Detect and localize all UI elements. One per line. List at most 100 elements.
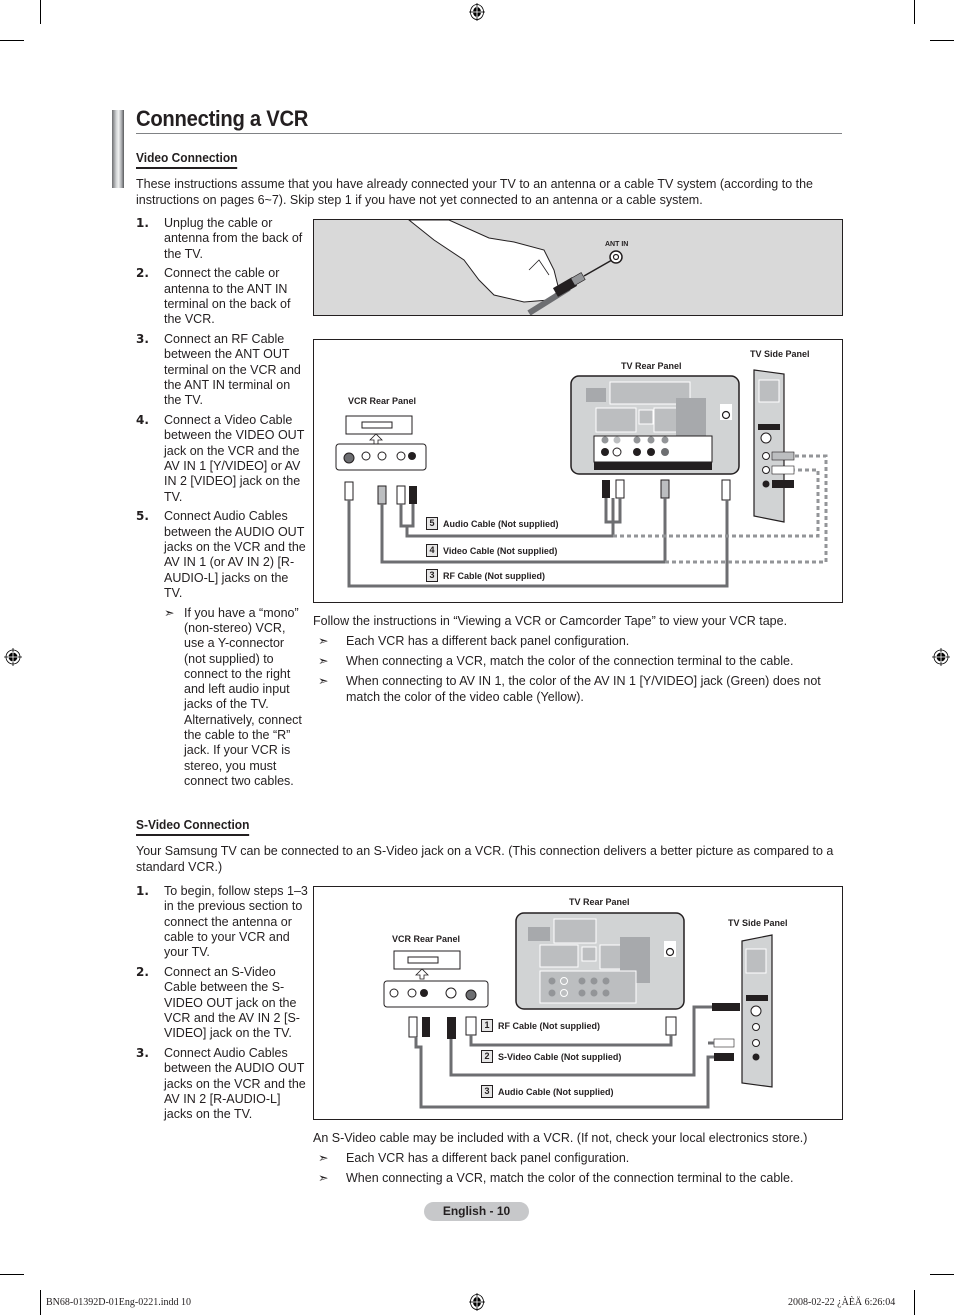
note-item: ➣ When connecting a VCR, match the color … bbox=[313, 654, 841, 670]
cable-label-text: Audio Cable (Not supplied) bbox=[498, 1086, 614, 1097]
step-number: 3. bbox=[136, 1045, 149, 1060]
page-title: Connecting a VCR bbox=[136, 106, 309, 131]
note-item: ➣ When connecting to AV IN 1, the color o… bbox=[313, 674, 841, 705]
note-arrow-icon: ➣ bbox=[318, 1171, 329, 1185]
step-text: To begin, follow steps 1–3 in the previo… bbox=[164, 884, 308, 960]
step-text: Unplug the cable or antenna from the bac… bbox=[164, 216, 303, 261]
cable-number: 3 bbox=[426, 569, 438, 582]
step-number: 2. bbox=[136, 266, 149, 281]
video-intro: These instructions assume that you have … bbox=[136, 177, 814, 207]
crop-mark bbox=[930, 1274, 954, 1275]
step-item: 4. Connect a Video Cable between the VIDE… bbox=[136, 413, 308, 505]
section-heading-svideo-connection: S-Video Connection bbox=[136, 817, 250, 836]
crop-mark bbox=[40, 0, 41, 24]
cable-number: 2 bbox=[481, 1050, 493, 1063]
diagram-video-connection: TV Rear Panel TV Side Panel VCR Rear Pan… bbox=[313, 339, 843, 603]
step-number: 1. bbox=[136, 216, 149, 230]
crop-mark bbox=[930, 40, 954, 41]
vcr-rear-panel-label: VCR Rear Panel bbox=[348, 396, 417, 406]
section-heading-video-connection: Video Connection bbox=[136, 150, 238, 169]
cable-label-video: 4 Video Cable (Not supplied) bbox=[426, 544, 557, 557]
cable-number: 5 bbox=[426, 517, 438, 530]
cable-number: 4 bbox=[426, 544, 438, 557]
step-number: 3. bbox=[136, 332, 149, 347]
step-item: 2. Connect an S-Video Cable between the S… bbox=[136, 965, 310, 1041]
note-text: Each VCR has a different back panel conf… bbox=[346, 634, 630, 648]
registration-mark-icon bbox=[932, 648, 950, 666]
step-text: Connect Audio Cables between the AUDIO O… bbox=[164, 509, 306, 600]
tv-side-panel-label: TV Side Panel bbox=[728, 918, 788, 928]
note-item: ➣ Each VCR has a different back panel con… bbox=[313, 634, 841, 650]
registration-mark-icon bbox=[469, 3, 485, 21]
cable-label-text: RF Cable (Not supplied) bbox=[498, 1020, 600, 1031]
note-text: When connecting to AV IN 1, the color of… bbox=[346, 674, 821, 704]
note-text: If you have a “mono” (non-stereo) VCR, u… bbox=[184, 605, 302, 788]
step-number: 2. bbox=[136, 964, 149, 979]
cable-label-svideo: 2 S-Video Cable (Not supplied) bbox=[481, 1050, 621, 1063]
cable-number: 1 bbox=[481, 1019, 493, 1032]
step-text: Connect a Video Cable between the VIDEO … bbox=[164, 413, 305, 504]
diagram-unplug-antenna: ANT IN bbox=[313, 219, 843, 316]
cable-label-text: S-Video Cable (Not supplied) bbox=[498, 1051, 622, 1062]
cable-label-audio: 3 Audio Cable (Not supplied) bbox=[481, 1085, 614, 1098]
crop-mark bbox=[0, 40, 24, 41]
note-text: When connecting a VCR, match the color o… bbox=[346, 654, 794, 668]
vcr-rear-panel-label: VCR Rear Panel bbox=[392, 934, 461, 944]
svideo-steps-list: 1. To begin, follow steps 1–3 in the prev… bbox=[136, 884, 310, 1127]
step-item: 1. Unplug the cable or antenna from the b… bbox=[136, 216, 308, 262]
video-connection-wiring-illustration bbox=[335, 369, 828, 588]
cable-label-rf: 1 RF Cable (Not supplied) bbox=[481, 1019, 600, 1032]
step-item: 1. To begin, follow steps 1–3 in the prev… bbox=[136, 884, 310, 960]
step-text: Connect an RF Cable between the ANT OUT … bbox=[164, 332, 301, 408]
ant-in-label: ANT IN bbox=[605, 241, 629, 248]
cable-label-text: Audio Cable (Not supplied) bbox=[443, 518, 559, 529]
note-arrow-icon: ➣ bbox=[318, 634, 329, 648]
note-item: ➣ Each VCR has a different back panel con… bbox=[313, 1151, 841, 1167]
tv-rear-panel-label: TV Rear Panel bbox=[621, 361, 682, 371]
cable-label-audio: 5 Audio Cable (Not supplied) bbox=[426, 517, 559, 530]
cable-label-text: RF Cable (Not supplied) bbox=[443, 570, 545, 581]
cable-label-rf: 3 RF Cable (Not supplied) bbox=[426, 569, 545, 582]
print-slug-timestamp: 2008-02-22 ¿ÀÈÄ 6:26:04 bbox=[788, 1297, 896, 1308]
step-text: Connect Audio Cables between the AUDIO O… bbox=[164, 1045, 306, 1122]
crop-mark bbox=[40, 1290, 41, 1315]
step-item: 2. Connect the cable or antenna to the AN… bbox=[136, 266, 308, 327]
hand-plug-illustration bbox=[407, 219, 623, 316]
step-item: 5. Connect Audio Cables between the AUDIO… bbox=[136, 509, 308, 601]
crop-mark bbox=[914, 0, 915, 24]
note-arrow-icon: ➣ bbox=[318, 654, 329, 668]
diagram-svideo-connection: TV Rear Panel TV Side Panel VCR Rear Pan… bbox=[313, 886, 843, 1120]
svideo-notes: An S-Video cable may be included with a … bbox=[313, 1131, 841, 1187]
svideo-intro: Your Samsung TV can be connected to an S… bbox=[136, 844, 834, 874]
registration-mark-icon bbox=[469, 1293, 485, 1311]
note-item: ➣ When connecting a VCR, match the color … bbox=[313, 1171, 841, 1187]
video-steps-list: 1. Unplug the cable or antenna from the b… bbox=[136, 216, 308, 789]
page-number-badge: English - 10 bbox=[424, 1202, 529, 1221]
tv-side-panel-label: TV Side Panel bbox=[750, 349, 810, 359]
title-rule bbox=[136, 133, 842, 134]
note-text: Each VCR has a different back panel conf… bbox=[346, 1151, 630, 1165]
cable-label-text: Video Cable (Not supplied) bbox=[443, 545, 558, 556]
step-item: 3. Connect Audio Cables between the AUDIO… bbox=[136, 1046, 310, 1122]
step-number: 1. bbox=[136, 884, 149, 898]
step-text: Connect an S-Video Cable between the S-V… bbox=[164, 964, 300, 1041]
step-text: Connect the cable or antenna to the ANT … bbox=[164, 266, 291, 327]
step-number: 5. bbox=[136, 509, 149, 524]
note-arrow-icon: ➣ bbox=[318, 674, 329, 688]
note-arrow-icon: ➣ bbox=[318, 1151, 329, 1165]
step-note: ➣ If you have a “mono” (non-stereo) VCR, … bbox=[136, 606, 308, 790]
tv-rear-panel-label: TV Rear Panel bbox=[569, 897, 630, 907]
svideo-cable-info-text: An S-Video cable may be included with a … bbox=[313, 1131, 808, 1145]
follow-instructions-text: Follow the instructions in “Viewing a VC… bbox=[313, 614, 788, 628]
title-side-bar bbox=[112, 110, 124, 188]
step-item: 3. Connect an RF Cable between the ANT OU… bbox=[136, 332, 308, 408]
crop-mark bbox=[0, 1274, 24, 1275]
video-notes: Follow the instructions in “Viewing a VC… bbox=[313, 614, 841, 705]
step-number: 4. bbox=[136, 413, 149, 428]
print-slug-file: BN68-01392D-01Eng-0221.indd 10 bbox=[46, 1297, 191, 1308]
crop-mark bbox=[914, 1290, 915, 1315]
note-text: When connecting a VCR, match the color o… bbox=[346, 1171, 794, 1185]
note-arrow-icon: ➣ bbox=[164, 605, 175, 620]
cable-number: 3 bbox=[481, 1085, 493, 1098]
registration-mark-icon bbox=[4, 648, 22, 666]
